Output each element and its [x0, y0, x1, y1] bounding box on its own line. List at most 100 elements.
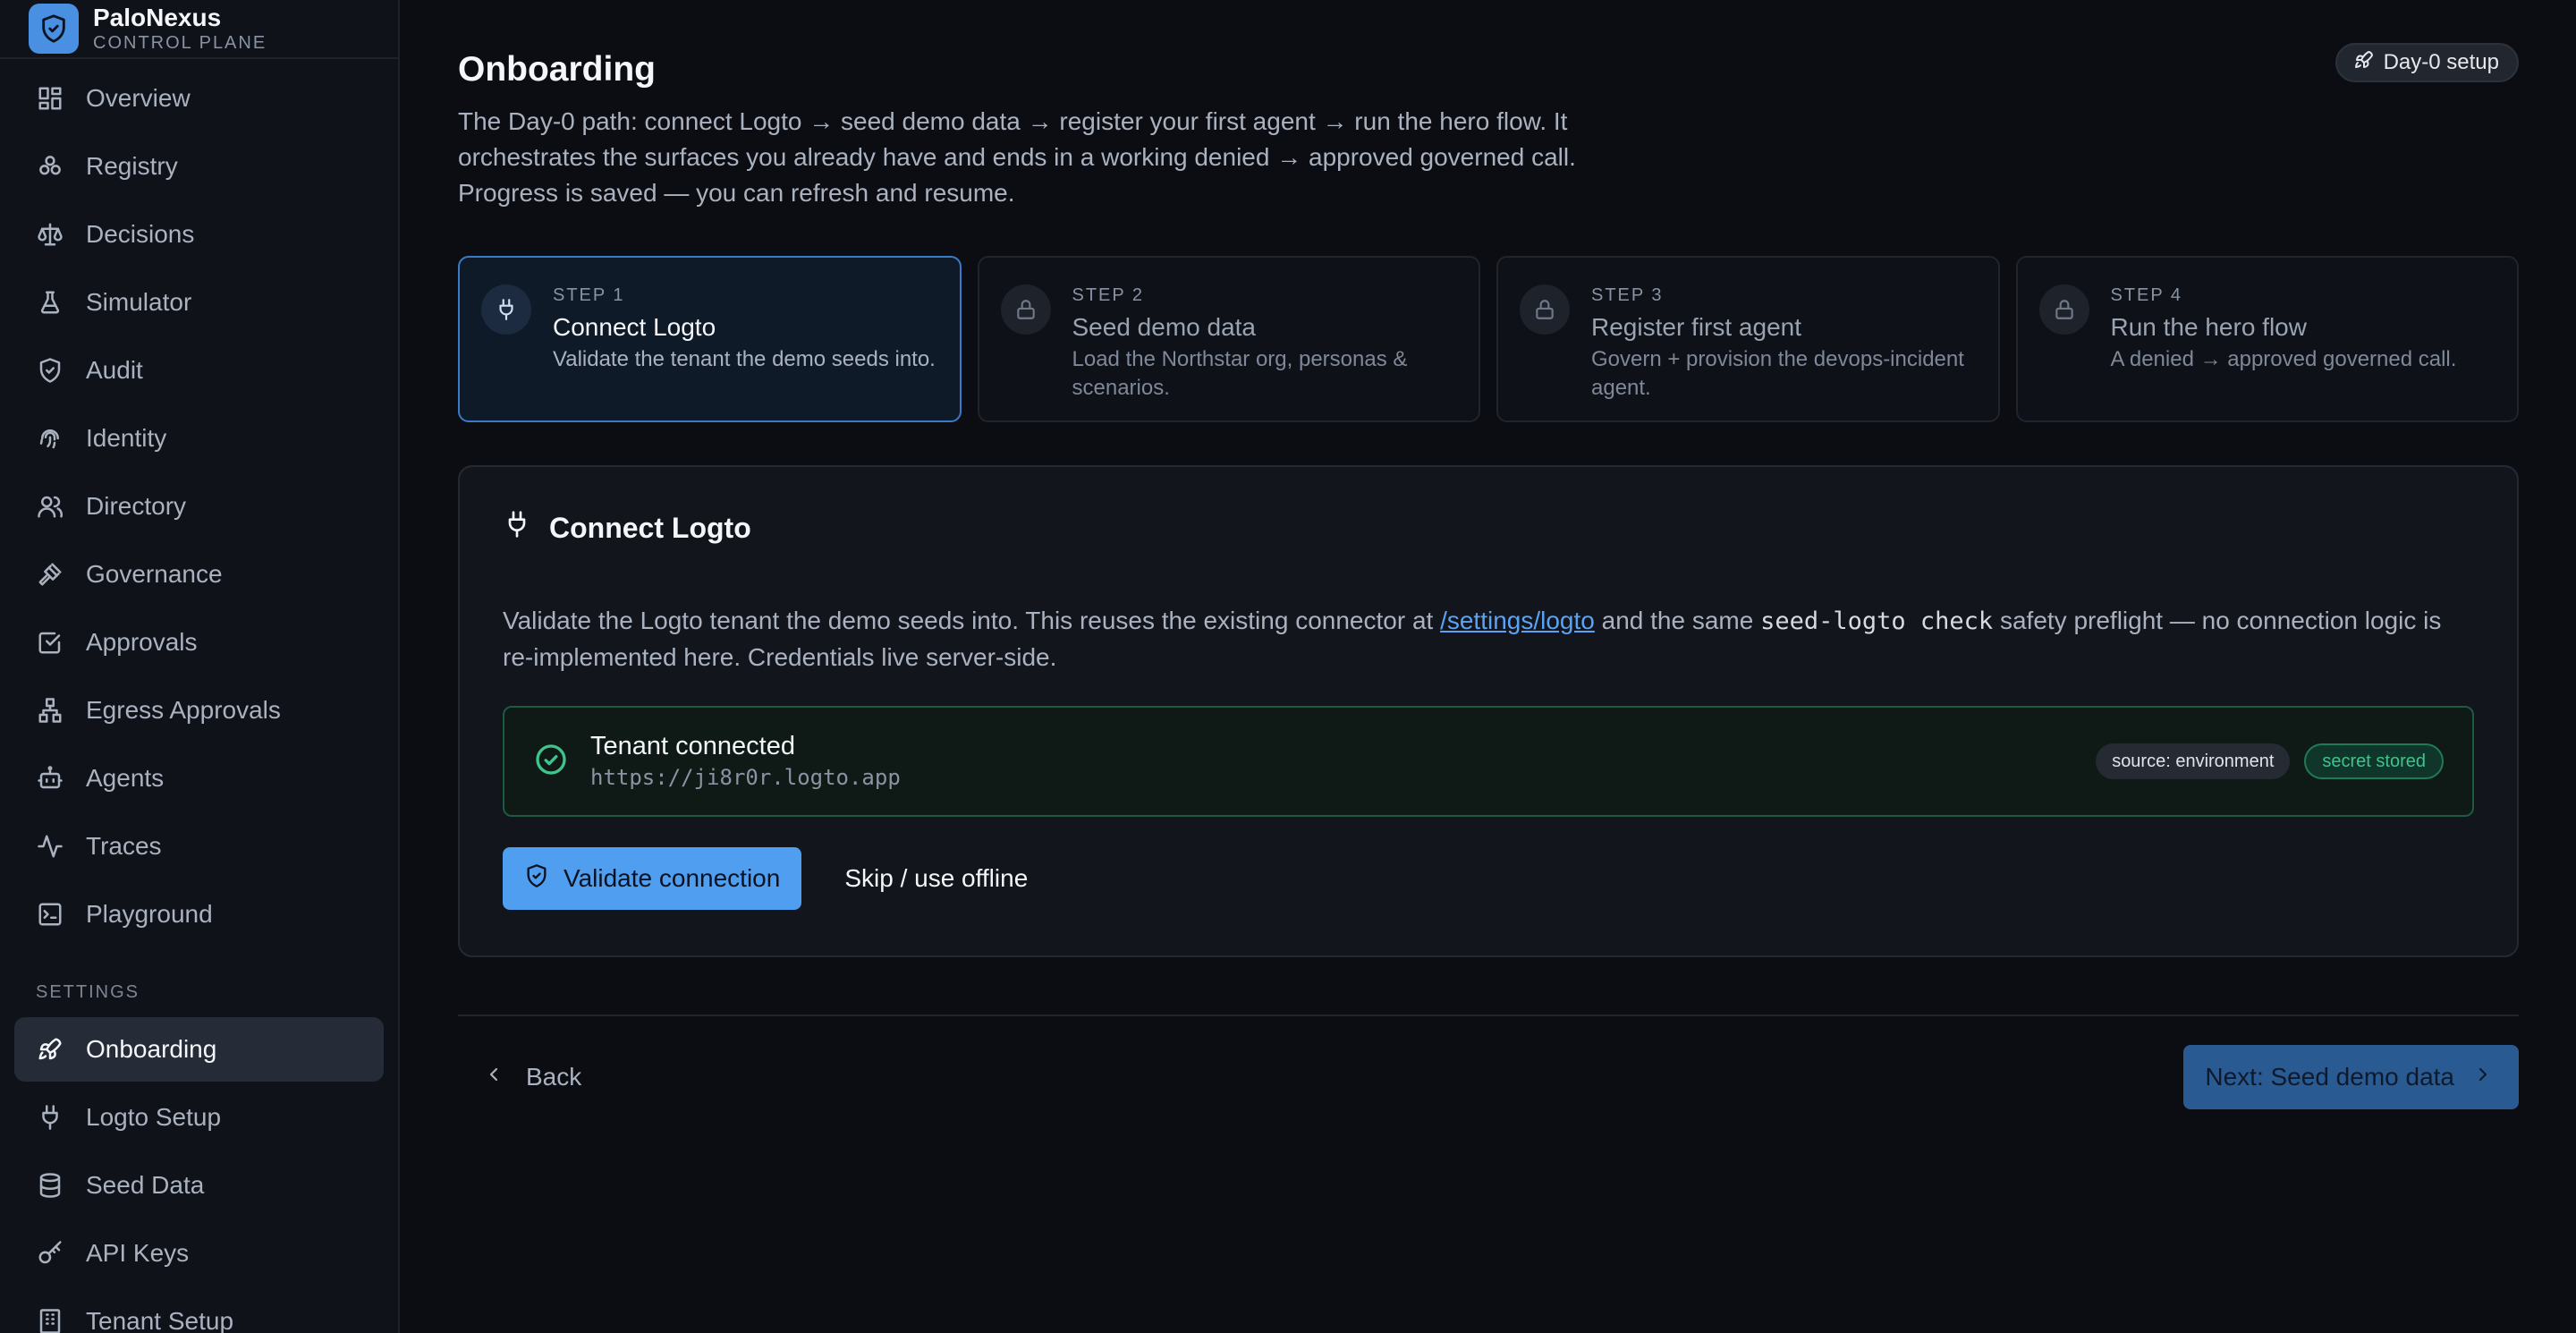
sidebar-item-governance[interactable]: Governance	[14, 542, 384, 607]
step-num: STEP 1	[553, 285, 625, 305]
page-header: Onboarding The Day-0 path: connect Logto…	[458, 0, 2519, 211]
step-desc: A denied → approved governed call.	[2110, 347, 2457, 371]
shield-logo-icon	[29, 4, 79, 54]
terminal-icon	[36, 900, 64, 929]
sidebar-item-label: Audit	[86, 356, 143, 384]
lock-icon	[2038, 284, 2089, 335]
sidebar-item-egress-approvals[interactable]: Egress Approvals	[14, 678, 384, 743]
step-desc: Validate the tenant the demo seeds into.	[553, 347, 936, 371]
sidebar-item-label: Onboarding	[86, 1035, 217, 1063]
sidebar-item-label: Approvals	[86, 628, 198, 656]
bot-icon	[36, 764, 64, 793]
lock-icon	[1520, 284, 1570, 335]
sidebar-item-simulator[interactable]: Simulator	[14, 270, 384, 335]
step-title: Register first agent	[1591, 313, 1801, 341]
sidebar-item-label: Directory	[86, 492, 187, 520]
check-square-icon	[36, 628, 64, 657]
sidebar-item-label: Decisions	[86, 220, 195, 248]
lock-icon	[1000, 284, 1051, 335]
rocket-icon	[2353, 49, 2375, 77]
page-title: Onboarding	[458, 50, 656, 89]
secret-stored-badge: secret stored	[2304, 743, 2444, 779]
sidebar-item-label: Simulator	[86, 288, 192, 316]
sidebar-item-agents[interactable]: Agents	[14, 746, 384, 811]
back-button[interactable]: Back	[458, 1063, 581, 1091]
activity-icon	[36, 832, 64, 861]
database-icon	[36, 1171, 64, 1200]
card-description: Validate the Logto tenant the demo seeds…	[503, 603, 2474, 675]
check-circle-icon	[533, 742, 569, 782]
sidebar-item-label: Tenant Setup	[86, 1307, 234, 1333]
rocket-icon	[36, 1035, 64, 1064]
next-seed-demo-data-button[interactable]: Next: Seed demo data	[2183, 1045, 2519, 1109]
step-desc: Load the Northstar org, personas & scena…	[1072, 347, 1408, 400]
sidebar-item-label: API Keys	[86, 1239, 190, 1267]
tenant-status-box: Tenant connected https://ji8r0r.logto.ap…	[503, 706, 2474, 817]
stepper: STEP 1 Connect Logto Validate the tenant t…	[458, 256, 2519, 422]
grid-icon	[36, 84, 64, 113]
card-desc-mid: and the same	[1594, 607, 1761, 634]
validate-connection-button[interactable]: Validate connection	[503, 847, 802, 910]
plug-icon	[481, 284, 531, 335]
shield-check-icon	[36, 356, 64, 385]
step-4[interactable]: STEP 4 Run the hero flow A denied → approv…	[2015, 256, 2519, 422]
key-icon	[36, 1239, 64, 1268]
users-icon	[36, 492, 64, 521]
step-2[interactable]: STEP 2 Seed demo data Load the Northstar o…	[977, 256, 1480, 422]
back-label: Back	[526, 1063, 582, 1091]
registry-icon	[36, 152, 64, 181]
brand-subtitle: CONTROL PLANE	[93, 33, 267, 53]
sidebar: PaloNexus CONTROL PLANE Overview Registry…	[0, 0, 400, 1333]
sidebar-item-approvals[interactable]: Approvals	[14, 610, 384, 675]
sidebar-nav: Overview Registry Decisions Simulator Audit I…	[0, 59, 398, 1333]
sidebar-item-identity[interactable]: Identity	[14, 406, 384, 471]
step-desc: Govern + provision the devops-incident a…	[1591, 347, 1964, 400]
source-badge: source: environment	[2096, 743, 2291, 779]
settings-logto-link[interactable]: /settings/logto	[1440, 607, 1595, 634]
next-label: Next: Seed demo data	[2205, 1063, 2454, 1091]
divider	[458, 1015, 2519, 1016]
plug-icon	[36, 1103, 64, 1132]
sidebar-item-label: Registry	[86, 152, 178, 180]
sidebar-item-traces[interactable]: Traces	[14, 814, 384, 879]
brand-name: PaloNexus	[93, 4, 222, 31]
sidebar-item-label: Seed Data	[86, 1171, 205, 1199]
step-num: STEP 2	[1072, 285, 1145, 305]
network-icon	[36, 696, 64, 725]
page-description: The Day-0 path: connect Logto → seed dem…	[458, 107, 1576, 207]
step-title: Connect Logto	[553, 313, 716, 341]
step-1[interactable]: STEP 1 Connect Logto Validate the tenant t…	[458, 256, 962, 422]
step-title: Run the hero flow	[2110, 313, 2307, 341]
sidebar-item-label: Traces	[86, 832, 162, 860]
step-num: STEP 3	[1591, 285, 1664, 305]
sidebar-item-api-keys[interactable]: API Keys	[14, 1221, 384, 1286]
settings-section-label: SETTINGS	[36, 982, 140, 1002]
sidebar-item-tenant-setup[interactable]: Tenant Setup	[14, 1289, 384, 1333]
gavel-icon	[36, 560, 64, 589]
chevron-left-icon	[483, 1063, 504, 1091]
sidebar-item-audit[interactable]: Audit	[14, 338, 384, 403]
sidebar-item-overview[interactable]: Overview	[14, 66, 384, 131]
sidebar-item-seed-data[interactable]: Seed Data	[14, 1153, 384, 1218]
seed-logto-check-code: seed-logto check	[1760, 607, 1994, 635]
shield-check-icon	[524, 863, 549, 895]
card-title-text: Connect Logto	[549, 511, 751, 544]
connect-logto-card: Connect Logto Validate the Logto tenant …	[458, 465, 2519, 957]
card-title: Connect Logto	[503, 510, 2474, 546]
brand[interactable]: PaloNexus CONTROL PLANE	[0, 0, 398, 59]
sidebar-item-logto-setup[interactable]: Logto Setup	[14, 1085, 384, 1150]
skip-offline-button[interactable]: Skip / use offline	[844, 864, 1028, 893]
sidebar-item-directory[interactable]: Directory	[14, 474, 384, 539]
sidebar-item-label: Governance	[86, 560, 223, 588]
sidebar-item-label: Identity	[86, 424, 167, 452]
sidebar-item-label: Logto Setup	[86, 1103, 222, 1131]
tenant-url: https://ji8r0r.logto.app	[590, 765, 901, 790]
main-content: Onboarding The Day-0 path: connect Logto…	[458, 0, 2519, 1333]
flask-icon	[36, 288, 64, 317]
sidebar-item-decisions[interactable]: Decisions	[14, 202, 384, 267]
sidebar-item-onboarding[interactable]: Onboarding	[14, 1017, 384, 1082]
sidebar-item-playground[interactable]: Playground	[14, 882, 384, 947]
step-3[interactable]: STEP 3 Register first agent Govern + provi…	[1496, 256, 2000, 422]
sidebar-item-label: Playground	[86, 900, 213, 928]
sidebar-item-registry[interactable]: Registry	[14, 134, 384, 199]
